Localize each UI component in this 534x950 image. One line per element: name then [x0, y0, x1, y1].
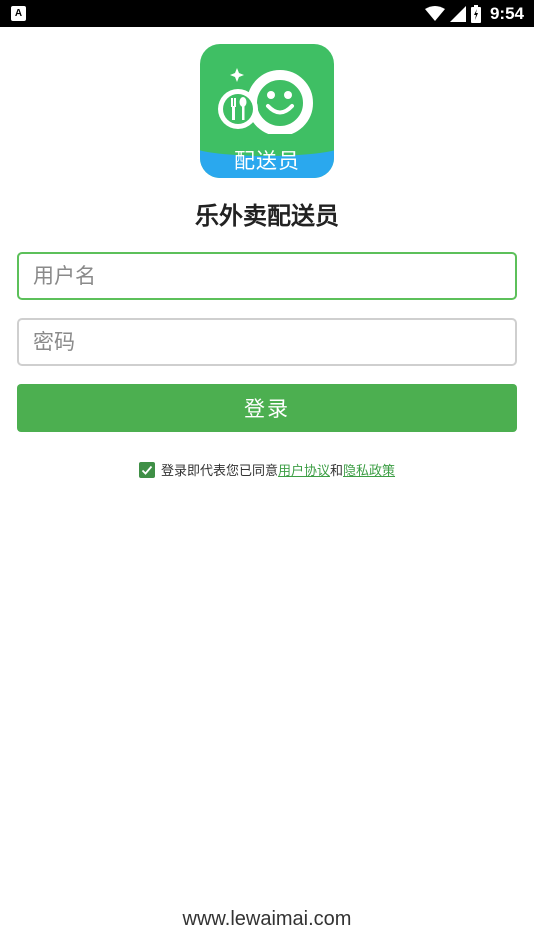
footer-website: www.lewaimai.com — [182, 908, 352, 930]
privacy-policy-link[interactable]: 隐私政策 — [343, 460, 395, 479]
clock-time: 9:54 — [489, 3, 524, 23]
status-icons: 9:54 — [424, 0, 524, 27]
password-input[interactable] — [17, 318, 517, 366]
agreement-checkbox[interactable] — [138, 461, 155, 478]
app-title: 乐外卖配送员 — [195, 202, 339, 230]
username-input[interactable] — [17, 252, 517, 300]
signal-icon — [449, 5, 466, 22]
login-button[interactable]: 登录 — [17, 384, 517, 432]
user-agreement-link[interactable]: 用户协议 — [278, 460, 330, 479]
agreement-conjunction: 和 — [330, 464, 344, 479]
notification-app-icon: A — [11, 6, 26, 21]
agreement-prefix: 登录即代表您已同意 — [160, 464, 278, 479]
app-logo: 配送员 — [200, 44, 334, 178]
checkmark-icon — [141, 465, 153, 475]
status-bar: A 9:54 — [0, 0, 534, 27]
logo-text: 配送员 — [234, 149, 300, 173]
battery-icon — [470, 4, 481, 23]
wifi-icon — [424, 5, 445, 21]
agreement-row: 登录即代表您已同意 用户协议 和 隐私政策 — [0, 460, 534, 479]
